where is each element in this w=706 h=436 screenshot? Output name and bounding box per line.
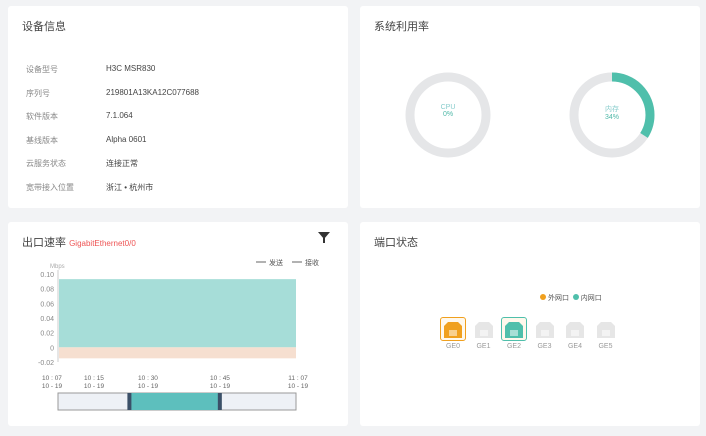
info-label: 宽带接入位置 <box>26 182 74 192</box>
ethernet-port-icon <box>562 317 588 341</box>
memory-label: 内存 <box>605 106 619 113</box>
port-ge3[interactable]: GE3 <box>531 317 558 350</box>
y-tick-label: 0.04 <box>40 316 54 323</box>
egress-chart: Mbps0.100.080.060.040.020-0.0210 : 0710 … <box>38 258 319 411</box>
card-title: 设备信息 <box>22 21 66 33</box>
ethernet-port-icon <box>531 317 558 341</box>
port-ge0[interactable]: GE0 <box>440 317 466 350</box>
x-tick-time: 10 : 07 <box>42 375 62 382</box>
legend-lan: 内网口 <box>580 295 602 302</box>
port-label: GE4 <box>567 343 582 350</box>
port-ge4[interactable]: GE4 <box>562 317 588 350</box>
info-value: 219801A13KA12C077688 <box>106 87 199 97</box>
y-tick-label: 0.10 <box>40 272 54 279</box>
x-tick-date: 10 - 19 <box>138 383 159 390</box>
y-axis-label: Mbps <box>50 264 65 270</box>
info-value: Alpha 0601 <box>106 134 147 144</box>
info-value: 7.1.064 <box>106 111 133 120</box>
port-legend: 外网口 内网口 <box>540 293 602 303</box>
port-ge2[interactable]: GE2 <box>501 317 527 350</box>
ethernet-port-icon <box>470 317 497 341</box>
wan-dot-icon <box>540 294 546 300</box>
legend-wan: 外网口 <box>547 295 569 302</box>
info-value: H3C MSR830 <box>106 64 156 73</box>
x-tick-time: 10 : 45 <box>210 375 230 382</box>
y-tick-label: 0 <box>50 345 54 352</box>
port-status-card: 端口状态 外网口 内网口 GE0 GE1 GE2 GE3 GE4 GE5 <box>360 222 700 426</box>
port-label: GE2 <box>506 343 521 350</box>
info-label: 序列号 <box>26 88 50 98</box>
port-ge5[interactable]: GE5 <box>592 317 619 350</box>
send-area <box>59 279 296 348</box>
x-tick-date: 10 - 19 <box>42 383 63 390</box>
port-label: GE3 <box>537 343 552 350</box>
zoom-slider-right-handle[interactable] <box>217 393 222 410</box>
info-label: 基线版本 <box>26 135 58 145</box>
ethernet-port-icon <box>440 317 466 341</box>
info-value: 连接正常 <box>106 159 138 168</box>
x-tick-date: 10 - 19 <box>210 383 231 390</box>
x-tick-date: 10 - 19 <box>84 383 105 390</box>
y-tick-label: 0.02 <box>40 331 54 338</box>
x-tick-date: 10 - 19 <box>288 383 309 390</box>
card-title: 系统利用率 <box>374 21 429 33</box>
cpu-label: CPU <box>440 104 456 111</box>
port-label: GE1 <box>476 343 491 350</box>
receive-area <box>59 347 296 359</box>
ethernet-port-icon <box>592 317 619 341</box>
cpu-value: 0% <box>442 111 454 118</box>
legend-send: 发送 <box>269 258 283 267</box>
memory-value: 34% <box>604 114 619 121</box>
y-tick-label: 0.06 <box>40 301 54 308</box>
info-label: 设备型号 <box>26 65 58 74</box>
legend-receive: 接收 <box>305 258 319 267</box>
x-tick-time: 10 : 30 <box>138 375 158 382</box>
y-tick-label: -0.02 <box>38 360 54 367</box>
x-tick-time: 11 : 07 <box>288 375 308 382</box>
x-tick-time: 10 : 15 <box>84 375 104 382</box>
info-value: 浙江 • 杭州市 <box>106 182 154 192</box>
card-title: 端口状态 <box>374 237 418 249</box>
egress-rate-card: 出口速率 GigabitEthernet0/0 Mbps 0.10 0.08 0.06… <box>8 222 348 426</box>
zoom-slider-left-handle[interactable] <box>127 393 132 410</box>
info-label: 软件版本 <box>26 112 58 121</box>
port-label: GE5 <box>598 343 613 350</box>
port-ge1[interactable]: GE1 <box>470 317 497 350</box>
zoom-slider-range[interactable] <box>129 393 220 410</box>
y-tick-label: 0.08 <box>40 287 54 294</box>
port-label: GE0 <box>445 343 460 350</box>
info-label: 云服务状态 <box>26 159 66 168</box>
ethernet-port-icon <box>501 317 527 341</box>
lan-dot-icon <box>572 294 579 300</box>
system-usage-card: 系统利用率 CPU 0% 内存 34% <box>360 6 700 208</box>
device-info-card: 设备信息 设备型号 H3C MSR830 序列号 219801A13KA12C0776… <box>8 6 348 208</box>
